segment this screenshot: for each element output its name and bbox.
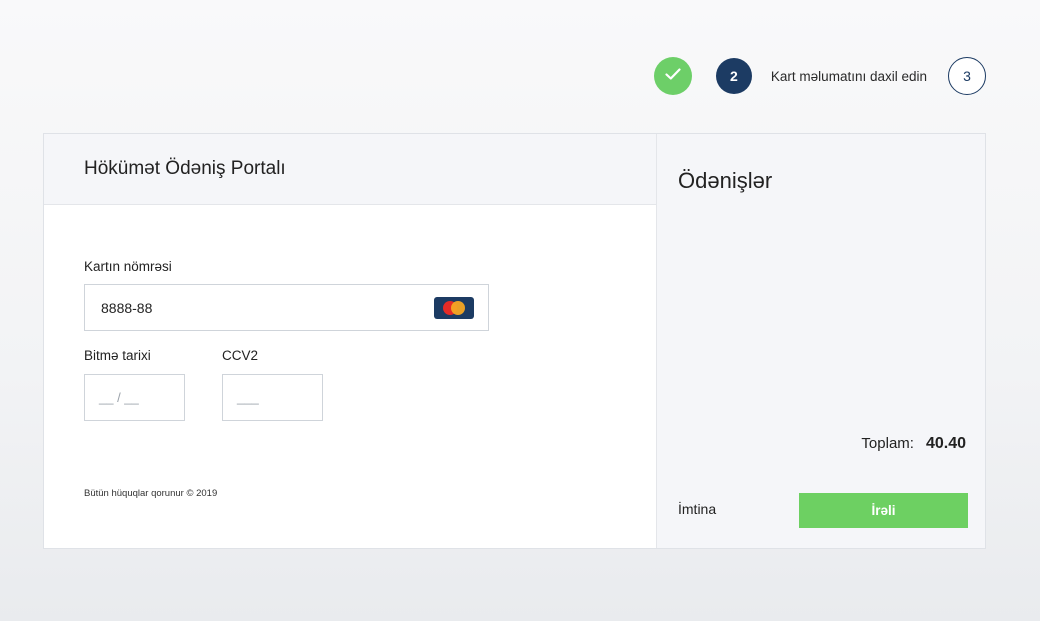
expiry-input[interactable]: __ / __ bbox=[84, 374, 185, 421]
copyright-text: Bütün hüquqlar qorunur © 2019 bbox=[84, 488, 218, 499]
cancel-link[interactable]: İmtina bbox=[678, 501, 716, 517]
card-number-input[interactable]: 8888-88 bbox=[84, 284, 489, 331]
payment-card-panel: Hökümət Ödəniş Portalı Kartın nömrəsi 88… bbox=[43, 133, 986, 549]
ccv-input[interactable]: ___ bbox=[222, 374, 323, 421]
card-number-label: Kartın nömrəsi bbox=[84, 259, 172, 274]
next-button[interactable]: İrəli bbox=[799, 493, 968, 528]
summary-section: Ödənişlər Toplam: 40.40 İmtina İrəli bbox=[657, 134, 985, 548]
step-2-current: 2 bbox=[715, 58, 752, 94]
card-form-section: Hökümət Ödəniş Portalı Kartın nömrəsi 88… bbox=[44, 134, 657, 548]
mastercard-icon bbox=[434, 297, 474, 319]
ccv-label: CCV2 bbox=[222, 348, 259, 363]
check-icon bbox=[665, 67, 681, 85]
total-value: 40.40 bbox=[925, 435, 966, 452]
portal-title: Hökümət Ödəniş Portalı bbox=[84, 158, 286, 179]
card-number-value: 8888-88 bbox=[101, 299, 153, 316]
total-label: Toplam: bbox=[861, 435, 914, 452]
payments-title: Ödənişlər bbox=[678, 168, 773, 193]
ccv-placeholder: ___ bbox=[237, 390, 259, 405]
total-row: Toplam: 40.40 bbox=[861, 435, 966, 453]
expiry-placeholder: __ / __ bbox=[99, 390, 139, 405]
step-1-complete bbox=[653, 57, 692, 95]
step-3-pending: 3 bbox=[948, 57, 986, 95]
step-2-label: Kart məlumatını daxil edin bbox=[770, 68, 927, 84]
form-header: Hökümət Ödəniş Portalı bbox=[44, 134, 656, 205]
progress-stepper: 2 Kart məlumatını daxil edin 3 bbox=[653, 57, 986, 95]
expiry-label: Bitmə tarixi bbox=[84, 348, 151, 363]
